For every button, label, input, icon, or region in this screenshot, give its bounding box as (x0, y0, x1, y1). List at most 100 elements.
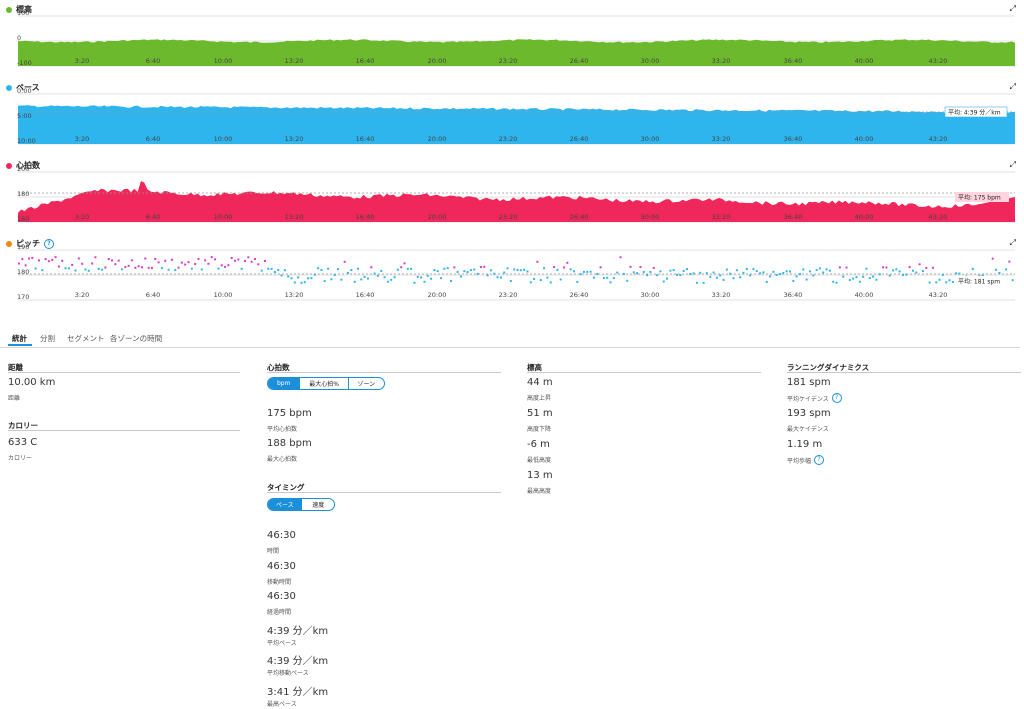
x-tick-label: 20:00 (428, 57, 447, 65)
chart-cad: ピッチ? ⤢ 190 180 170 3:20 6:40 10:00 13:20 16:40 20:… (0, 238, 1024, 304)
cadence-point (872, 275, 875, 278)
cadence-point (214, 258, 217, 261)
x-tick-label: 3:20 (75, 213, 90, 221)
cadence-point (503, 271, 506, 274)
cadence-point (695, 281, 698, 284)
cadence-point (270, 267, 273, 270)
cadence-point (735, 269, 738, 272)
cadence-point (473, 268, 476, 271)
timing-stat-label-text: 平均移動ペース (267, 670, 309, 677)
y-tick-label: -100 (17, 59, 32, 67)
cadence-point (280, 274, 283, 277)
cadence-point (938, 278, 941, 281)
cadence-point (719, 274, 722, 277)
cadence-point (998, 271, 1001, 274)
cadence-point (759, 272, 762, 275)
tab-segments[interactable]: セグメント (67, 333, 105, 344)
tab-stats[interactable]: 統計 (12, 333, 27, 344)
x-tick-label: 6:40 (146, 291, 161, 299)
cadence-point (672, 269, 675, 272)
cadence-point (323, 280, 326, 283)
toggle-speed[interactable]: 速度 (302, 499, 334, 510)
divider (267, 372, 501, 373)
cadence-point (543, 267, 546, 270)
cadence-point (951, 280, 954, 283)
cadence-point (337, 268, 340, 271)
cadence-point (666, 277, 669, 280)
cadence-point (413, 281, 416, 284)
cadence-point (599, 266, 602, 269)
cadence-point (875, 278, 878, 281)
y-tick-label: 180 (17, 190, 29, 198)
cadence-point (828, 269, 831, 272)
cadence-point (313, 273, 316, 276)
cadence-point (506, 267, 509, 270)
toggle-bpm[interactable]: bpm (268, 378, 301, 389)
x-tick-label: 33:20 (712, 57, 731, 65)
cadence-point (995, 268, 998, 271)
cadence-point (576, 280, 579, 283)
cadence-point (170, 258, 173, 261)
y-tick-label: 0 (17, 34, 21, 42)
cadence-point (366, 277, 369, 280)
cadence-point (433, 269, 436, 272)
calories-label: カロリー (8, 455, 33, 462)
cadence-point (140, 266, 143, 269)
cadence-point (523, 268, 526, 271)
avg-hr-value: 175 bpm (267, 408, 312, 419)
cadence-point (64, 267, 67, 270)
x-tick-label: 33:20 (712, 213, 731, 221)
cadence-point (383, 276, 386, 279)
cadence-point (396, 268, 399, 271)
cadence-point (144, 257, 147, 260)
cadence-point (812, 274, 815, 277)
timing-stat-label-text: 平均ペース (267, 639, 297, 647)
cadence-point (546, 276, 549, 279)
cadence-point (818, 267, 821, 270)
cadence-point (948, 279, 951, 282)
cadence-point (154, 257, 157, 260)
cadence-point (200, 268, 203, 271)
cadence-point (317, 267, 320, 270)
cadence-point (765, 280, 768, 283)
elevation-stat-label: 最高高度 (527, 486, 551, 495)
x-tick-label: 43:20 (929, 213, 948, 221)
cadence-point (483, 265, 486, 268)
chart-svg: 0:00 5:00 10:00 3:20 6:40 10:00 13:20 16:40 20:0… (17, 87, 1015, 145)
cadence-point (669, 269, 672, 272)
x-tick-label: 23:20 (499, 291, 518, 299)
cadence-point (157, 261, 160, 264)
cadence-point (689, 273, 692, 276)
help-icon[interactable]: ? (814, 455, 825, 465)
cadence-point (622, 272, 625, 275)
x-tick-label: 26:40 (570, 57, 589, 65)
elevation-stat-label-text: 最高高度 (527, 488, 552, 495)
x-tick-label: 36:40 (784, 291, 803, 299)
toggle-pace[interactable]: ペース (268, 499, 303, 510)
cadence-point (802, 268, 805, 271)
cadence-point (124, 265, 127, 268)
tab-zone-time[interactable]: 各ゾーンの時間 (110, 333, 162, 344)
cadence-point (440, 277, 443, 280)
help-icon[interactable]: ? (831, 393, 842, 403)
cadence-point (217, 267, 220, 270)
toggle-zone[interactable]: ゾーン (349, 378, 384, 389)
cadence-point (353, 280, 356, 283)
max-hr-value: 188 bpm (267, 438, 312, 449)
timing-stat-label-text: 移動時間 (267, 578, 292, 586)
cadence-point (529, 281, 532, 284)
cadence-point (400, 266, 403, 269)
cadence-point (350, 269, 353, 272)
x-tick-label: 33:20 (712, 135, 731, 143)
cadence-point (224, 265, 227, 268)
cadence-point (220, 264, 223, 267)
cadence-point (273, 271, 276, 274)
x-tick-label: 40:00 (855, 57, 874, 65)
tab-splits[interactable]: 分割 (40, 333, 55, 344)
x-tick-label: 26:40 (570, 291, 589, 299)
toggle-max-hr-percent[interactable]: 最大心拍% (300, 378, 349, 389)
cadence-point (606, 276, 609, 279)
cadence-point (426, 274, 429, 277)
cadence-point (878, 273, 881, 276)
x-tick-label: 26:40 (570, 213, 589, 221)
